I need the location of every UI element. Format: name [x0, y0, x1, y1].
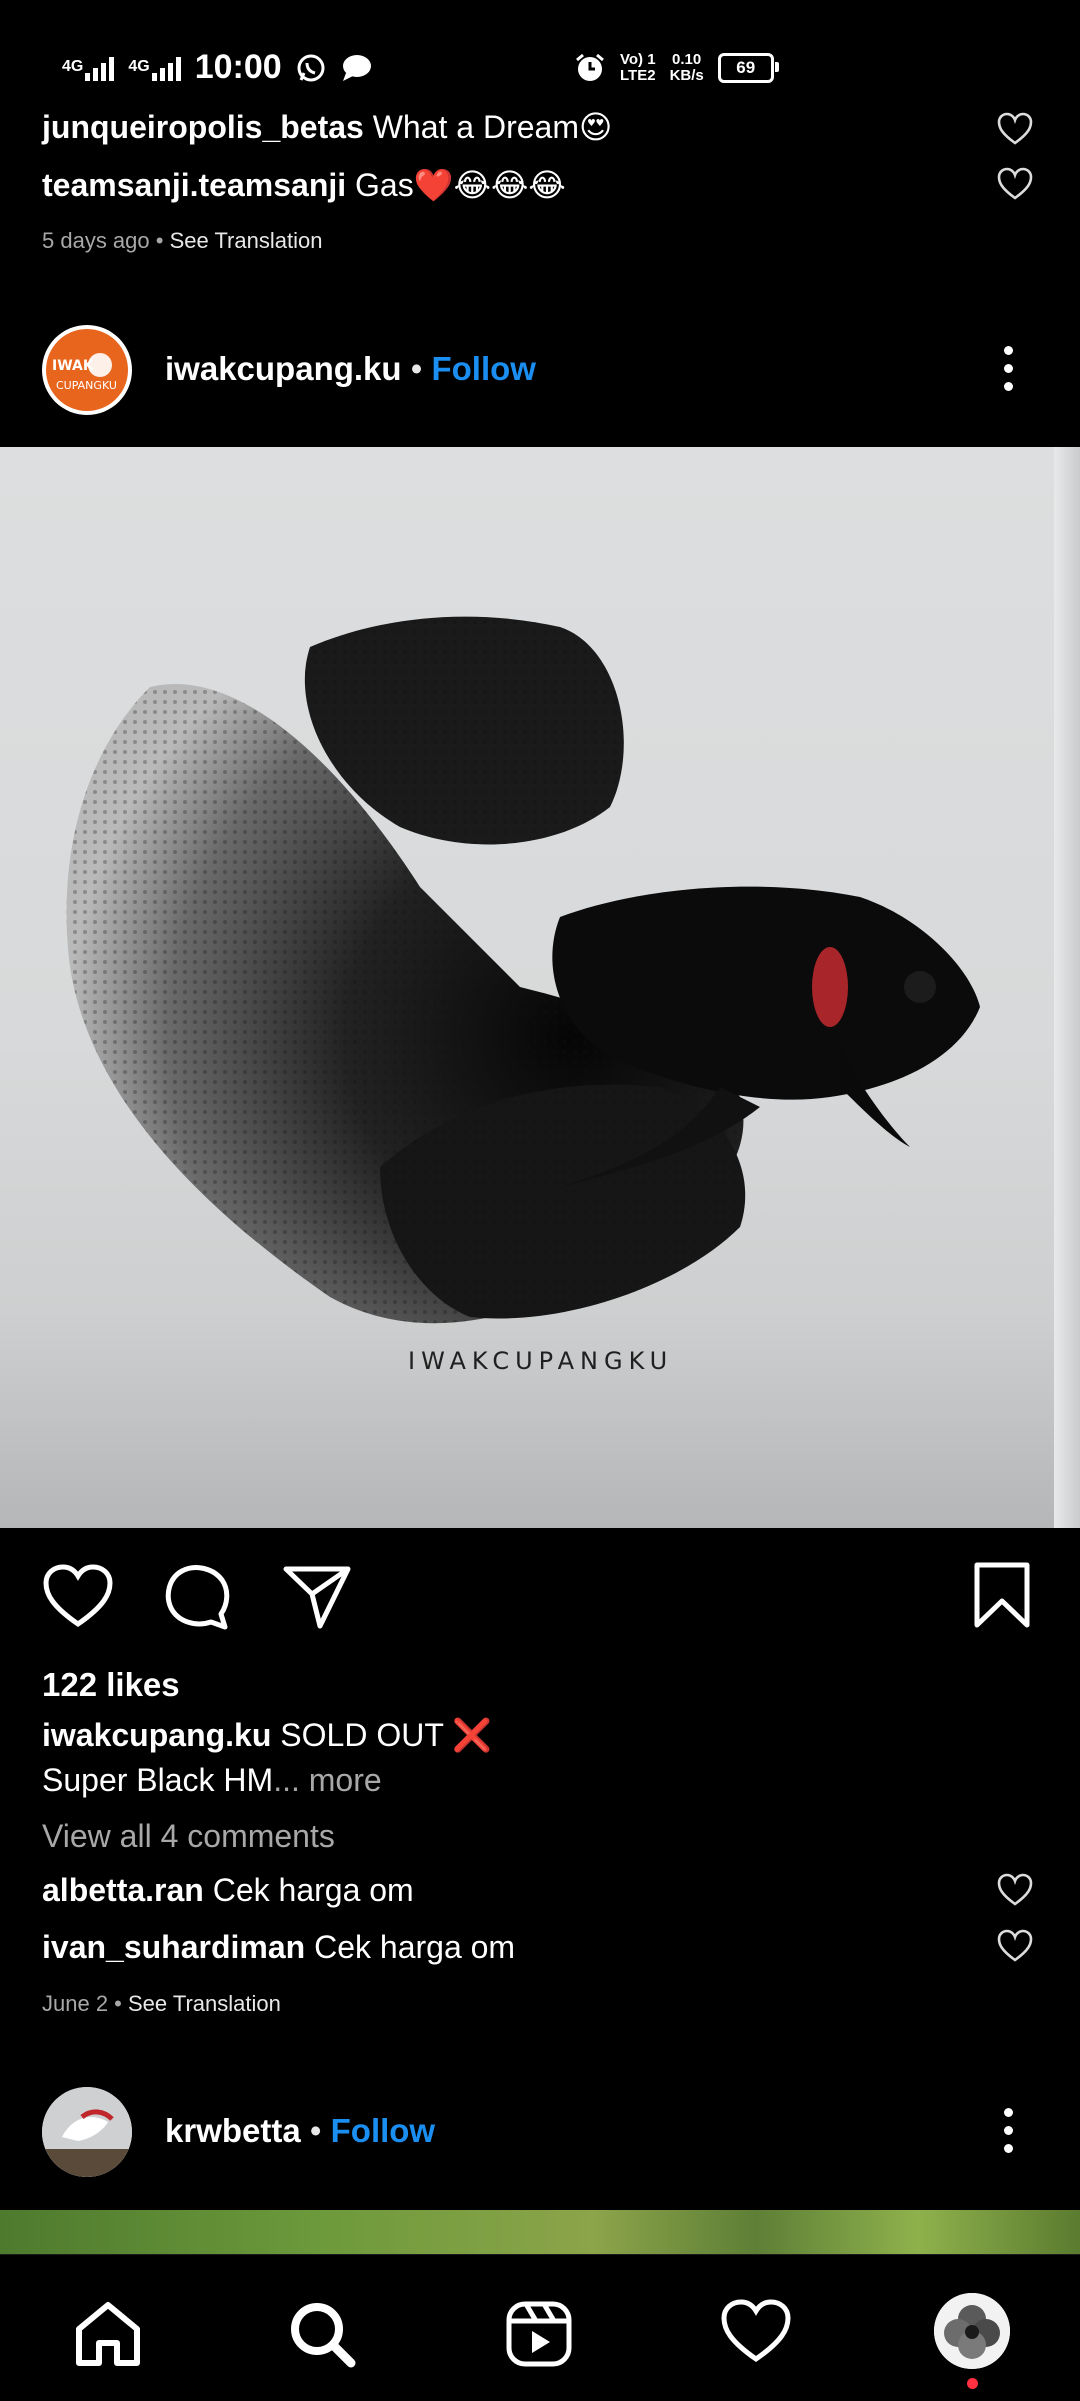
status-right: Vo) 1 LTE2 0.10 KB/s 69 — [574, 52, 779, 84]
post-options-icon[interactable] — [1002, 346, 1014, 391]
caption-text: SOLD OUT ❌ — [280, 1717, 493, 1753]
signal-bars-icon — [151, 55, 181, 81]
separator: • — [309, 2112, 322, 2149]
post-image[interactable]: IWAKCUPANGKU — [0, 447, 1080, 1528]
message-icon — [342, 54, 371, 81]
avatar-logo: IWAK CUPANGKU — [46, 329, 128, 411]
bookmark-icon[interactable] — [973, 1561, 1031, 1629]
battery-level: 69 — [736, 58, 756, 77]
svg-text:IWAK: IWAK — [52, 358, 95, 374]
profile-avatar[interactable] — [934, 2293, 1010, 2369]
network-type-1: 4G — [62, 57, 84, 75]
signal-2: 4G — [128, 55, 181, 81]
post-meta: 5 days ago • See Translation — [42, 228, 323, 253]
bottom-navigation — [0, 2254, 1080, 2401]
network-type-2: 4G — [128, 57, 150, 75]
comment-text: Cek harga om — [314, 1929, 516, 1965]
reels-icon[interactable] — [504, 2299, 574, 2369]
lte-label: LTE2 — [620, 67, 656, 84]
comment-row[interactable]: junqueiropolis_betas What a Dream😍 — [42, 108, 612, 146]
separator: • — [410, 350, 423, 387]
svg-text:CUPANGKU: CUPANGKU — [56, 379, 117, 392]
alarm-icon — [576, 53, 604, 81]
comment-user[interactable]: junqueiropolis_betas — [42, 109, 364, 145]
speed-value: 0.10 — [672, 51, 702, 68]
status-left: 4G 4G 10:00 — [62, 48, 372, 87]
next-post-header-text: krwbetta • Follow — [165, 2112, 435, 2150]
activity-heart-icon[interactable] — [720, 2299, 792, 2365]
comment-like-heart-icon[interactable] — [997, 1873, 1033, 1907]
next-post-image-preview[interactable] — [0, 2210, 1080, 2254]
comment-row[interactable]: ivan_suhardiman Cek harga om — [42, 1929, 515, 1966]
view-all-comments-link[interactable]: View all 4 comments — [42, 1818, 335, 1855]
home-icon[interactable] — [73, 2299, 143, 2369]
see-translation-link[interactable]: See Translation — [128, 1991, 281, 2016]
volte-indicator: Vo) 1 LTE2 — [620, 52, 656, 84]
post-avatar[interactable]: IWAK CUPANGKU — [42, 325, 132, 415]
caption-text-2: Super Black HM — [42, 1762, 274, 1798]
comment-user[interactable]: ivan_suhardiman — [42, 1929, 305, 1965]
post-username[interactable]: iwakcupang.ku — [165, 350, 402, 387]
comment-user[interactable]: teamsanji.teamsanji — [42, 167, 346, 203]
share-icon[interactable] — [282, 1564, 352, 1630]
clock: 10:00 — [194, 48, 282, 86]
more-link[interactable]: ... more — [273, 1762, 381, 1798]
status-bar: 4G 4G 10:00 Vo) 1 LTE2 0.10 KB/s 69 — [0, 0, 1080, 110]
follow-button[interactable]: Follow — [431, 350, 535, 387]
volte-label: Vo) 1 — [620, 51, 656, 68]
comment-user[interactable]: albetta.ran — [42, 1872, 204, 1908]
caption-line-2: Super Black HM... more — [42, 1762, 382, 1799]
post-date: 5 days ago — [42, 228, 150, 253]
post-date: June 2 — [42, 1991, 109, 2016]
follow-button[interactable]: Follow — [331, 2112, 435, 2149]
comment-row[interactable]: albetta.ran Cek harga om — [42, 1872, 414, 1909]
avatar-fish-image — [42, 2087, 132, 2177]
comment-icon[interactable] — [163, 1564, 231, 1630]
next-post-avatar[interactable] — [42, 2087, 132, 2177]
profile-flower-image — [934, 2293, 1010, 2369]
post-header-text: iwakcupang.ku • Follow — [165, 350, 536, 388]
comment-like-heart-icon[interactable] — [997, 1929, 1033, 1963]
speed-unit: KB/s — [669, 67, 704, 84]
net-speed: 0.10 KB/s — [670, 52, 704, 84]
signal-bars-icon — [85, 55, 115, 81]
comment-like-heart-icon[interactable] — [997, 112, 1033, 146]
likes-count[interactable]: 122 likes — [42, 1666, 180, 1704]
whatsapp-icon — [297, 54, 325, 81]
notification-dot — [967, 2378, 978, 2389]
caption-user[interactable]: iwakcupang.ku — [42, 1717, 271, 1753]
caption: iwakcupang.ku SOLD OUT ❌ — [42, 1716, 492, 1754]
search-icon[interactable] — [287, 2299, 357, 2369]
post-meta: June 2 • See Translation — [42, 1991, 281, 2016]
comment-row[interactable]: teamsanji.teamsanji Gas❤️😂😂😂 — [42, 166, 566, 204]
comment-text: Cek harga om — [212, 1872, 414, 1908]
comment-like-heart-icon[interactable] — [997, 167, 1033, 201]
image-watermark: IWAKCUPANGKU — [408, 1347, 674, 1375]
post-options-icon[interactable] — [1002, 2108, 1014, 2153]
comment-text: What a Dream😍 — [372, 109, 613, 145]
battery-icon: 69 — [717, 53, 779, 83]
see-translation-link[interactable]: See Translation — [170, 228, 323, 253]
comment-text: Gas❤️😂😂😂 — [355, 167, 566, 203]
signal-1: 4G — [62, 55, 115, 81]
like-heart-icon[interactable] — [42, 1564, 114, 1630]
next-post-username[interactable]: krwbetta — [165, 2112, 301, 2149]
